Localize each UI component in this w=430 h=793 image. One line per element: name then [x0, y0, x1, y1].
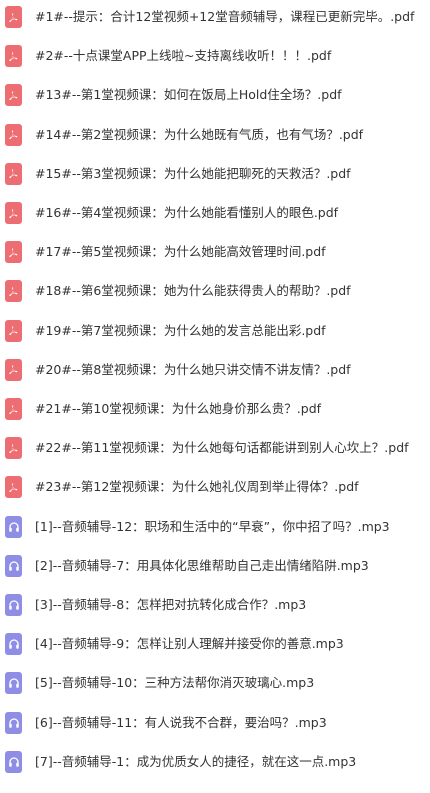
file-name[interactable]: #13#--第1堂视频课：如何在饭局上Hold住全场？.pdf [35, 87, 342, 103]
file-row[interactable]: [7]--音频辅导-1：成为优质女人的捷径，就在这一点.mp3 [0, 746, 430, 783]
headphones-icon [5, 750, 22, 773]
file-row[interactable]: #23#--第12堂视频课：为什么她礼仪周到举止得体？.pdf [0, 471, 430, 508]
file-row[interactable]: #18#--第6堂视频课：她为什么能获得贵人的帮助？.pdf [0, 275, 430, 312]
file-name[interactable]: [3]--音频辅导-8：怎样把对抗转化成合作？.mp3 [35, 597, 306, 613]
file-name[interactable]: #16#--第4堂视频课：为什么她能看懂别人的眼色.pdf [35, 205, 338, 221]
file-name[interactable]: [7]--音频辅导-1：成为优质女人的捷径，就在这一点.mp3 [35, 754, 356, 770]
file-name[interactable]: #22#--第11堂视频课：为什么她每句话都能讲到别人心坎上？.pdf [35, 440, 409, 456]
pdf-icon [5, 358, 22, 381]
file-row[interactable]: [1]--音频辅导-12：职场和生活中的“早衰”，你中招了吗？.mp3 [0, 511, 430, 548]
file-row[interactable]: [2]--音频辅导-7：用具体化思维帮助自己走出情绪陷阱.mp3 [0, 550, 430, 587]
file-row[interactable]: #22#--第11堂视频课：为什么她每句话都能讲到别人心坎上？.pdf [0, 432, 430, 469]
file-name[interactable]: [6]--音频辅导-11：有人说我不合群，要治吗？.mp3 [35, 715, 327, 731]
file-name[interactable]: #15#--第3堂视频课：为什么她能把聊死的天救活？.pdf [35, 166, 351, 182]
file-row[interactable]: #15#--第3堂视频课：为什么她能把聊死的天救活？.pdf [0, 158, 430, 195]
pdf-icon [5, 319, 22, 342]
file-row[interactable]: [5]--音频辅导-10：三种方法帮你消灭玻璃心.mp3 [0, 667, 430, 704]
file-name[interactable]: [2]--音频辅导-7：用具体化思维帮助自己走出情绪陷阱.mp3 [35, 558, 369, 574]
file-name[interactable]: #1#--提示：合计12堂视频+12堂音频辅导，课程已更新完毕。.pdf [35, 9, 414, 25]
file-row[interactable]: #1#--提示：合计12堂视频+12堂音频辅导，课程已更新完毕。.pdf [0, 1, 430, 38]
file-row[interactable]: #20#--第8堂视频课：为什么她只讲交情不讲友情？.pdf [0, 354, 430, 391]
pdf-icon [5, 202, 22, 224]
headphones-icon [5, 633, 22, 656]
pdf-icon [5, 123, 22, 146]
pdf-icon [5, 45, 22, 68]
file-row[interactable]: #2#--十点课堂APP上线啦~支持离线收听！！！.pdf [0, 40, 430, 77]
headphones-icon [5, 711, 22, 734]
file-row[interactable]: #13#--第1堂视频课：如何在饭局上Hold住全场？.pdf [0, 79, 430, 116]
file-row[interactable]: [3]--音频辅导-8：怎样把对抗转化成合作？.mp3 [0, 589, 430, 626]
file-name[interactable]: [1]--音频辅导-12：职场和生活中的“早衰”，你中招了吗？.mp3 [35, 519, 390, 535]
file-name[interactable]: [4]--音频辅导-9：怎样让别人理解并接受你的善意.mp3 [35, 636, 344, 652]
pdf-icon [5, 6, 22, 28]
file-row[interactable]: #21#--第10堂视频课：为什么她身价那么贵？.pdf [0, 393, 430, 430]
file-row[interactable]: [4]--音频辅导-9：怎样让别人理解并接受你的善意.mp3 [0, 628, 430, 665]
file-name[interactable]: #18#--第6堂视频课：她为什么能获得贵人的帮助？.pdf [35, 283, 351, 299]
file-name[interactable]: [5]--音频辅导-10：三种方法帮你消灭玻璃心.mp3 [35, 675, 314, 691]
file-row[interactable]: #14#--第2堂视频课：为什么她既有气质，也有气场？.pdf [0, 119, 430, 156]
file-name[interactable]: #23#--第12堂视频课：为什么她礼仪周到举止得体？.pdf [35, 479, 359, 495]
headphones-icon [5, 594, 22, 616]
file-name[interactable]: #17#--第5堂视频课：为什么她能高效管理时间.pdf [35, 244, 326, 260]
file-name[interactable]: #21#--第10堂视频课：为什么她身价那么贵？.pdf [35, 401, 321, 417]
file-row[interactable]: #17#--第5堂视频课：为什么她能高效管理时间.pdf [0, 236, 430, 273]
headphones-icon [5, 554, 22, 577]
file-row[interactable]: #16#--第4堂视频课：为什么她能看懂别人的眼色.pdf [0, 197, 430, 234]
file-row[interactable]: #19#--第7堂视频课：为什么她的发言总能出彩.pdf [0, 315, 430, 352]
file-name[interactable]: #20#--第8堂视频课：为什么她只讲交情不讲友情？.pdf [35, 362, 351, 378]
file-row[interactable]: [6]--音频辅导-11：有人说我不合群，要治吗？.mp3 [0, 707, 430, 744]
file-name[interactable]: #14#--第2堂视频课：为什么她既有气质，也有气场？.pdf [35, 127, 363, 143]
pdf-icon [5, 241, 22, 264]
pdf-icon [5, 437, 22, 460]
file-name[interactable]: #19#--第7堂视频课：为什么她的发言总能出彩.pdf [35, 323, 326, 339]
headphones-icon [5, 672, 22, 695]
pdf-icon [5, 476, 22, 499]
headphones-icon [5, 515, 22, 538]
file-name[interactable]: #2#--十点课堂APP上线啦~支持离线收听！！！.pdf [35, 48, 331, 64]
file-list: #1#--提示：合计12堂视频+12堂音频辅导，课程已更新完毕。.pdf #2#-… [0, 0, 430, 793]
pdf-icon [5, 398, 22, 420]
pdf-icon [5, 84, 22, 107]
pdf-icon [5, 280, 22, 303]
pdf-icon [5, 162, 22, 185]
